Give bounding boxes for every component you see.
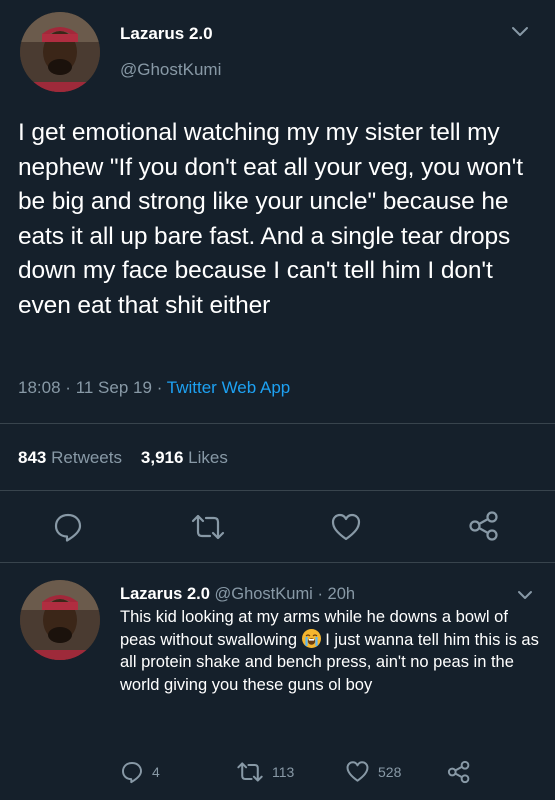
reply-retweets-count: 113 bbox=[272, 764, 295, 780]
reply-replies-action[interactable]: 4 bbox=[120, 760, 160, 784]
tweet-meta: 18:08 · 11 Sep 19 · Twitter Web App bbox=[18, 378, 290, 398]
meta-separator: · bbox=[65, 378, 71, 397]
reply-replies-count: 4 bbox=[152, 764, 160, 780]
divider bbox=[0, 490, 555, 491]
tweet-text: I get emotional watching my my sister te… bbox=[18, 119, 523, 319]
author-handle[interactable]: @GhostKumi bbox=[120, 60, 221, 80]
chevron-down-icon[interactable] bbox=[511, 26, 529, 38]
reply-text: This kid looking at my arms while he dow… bbox=[120, 606, 545, 696]
reply-share-action[interactable] bbox=[447, 760, 471, 784]
retweet-icon[interactable] bbox=[190, 512, 226, 542]
reply-header: Lazarus 2.0 @GhostKumi · 20h bbox=[120, 585, 355, 604]
tweet-time[interactable]: 18:08 bbox=[18, 378, 61, 397]
reply-age[interactable]: 20h bbox=[328, 585, 356, 603]
tweet-date[interactable]: 11 Sep 19 bbox=[76, 378, 152, 397]
author-avatar[interactable] bbox=[20, 12, 100, 92]
likes-label: Likes bbox=[188, 448, 228, 467]
loudly-crying-face-icon bbox=[301, 628, 321, 648]
divider bbox=[0, 562, 555, 563]
reply-author-avatar[interactable] bbox=[20, 580, 100, 660]
author-name[interactable]: Lazarus 2.0 bbox=[120, 24, 213, 44]
reply-icon bbox=[122, 762, 142, 784]
reply-separator: · bbox=[317, 585, 323, 603]
avatar-image bbox=[20, 580, 100, 660]
retweets-count: 843 bbox=[18, 448, 47, 467]
reply-icon[interactable] bbox=[52, 511, 84, 543]
meta-separator: · bbox=[156, 378, 163, 397]
share-icon bbox=[447, 760, 470, 784]
retweets-stat[interactable]: 843 Retweets bbox=[18, 448, 122, 467]
like-icon[interactable] bbox=[330, 512, 362, 542]
reply-author-handle[interactable]: @GhostKumi bbox=[214, 585, 312, 603]
likes-stat[interactable]: 3,916 Likes bbox=[141, 448, 228, 467]
avatar-image bbox=[20, 12, 100, 92]
retweets-label: Retweets bbox=[51, 448, 122, 467]
like-icon bbox=[346, 761, 369, 782]
likes-count: 3,916 bbox=[140, 448, 184, 467]
retweet-icon bbox=[237, 762, 263, 782]
divider bbox=[0, 423, 555, 424]
tweet-stats: 843 Retweets 3,916 Likes bbox=[18, 448, 228, 468]
reply-retweets-action[interactable]: 113 bbox=[236, 760, 294, 784]
chevron-down-icon[interactable] bbox=[517, 590, 533, 600]
reply-likes-action[interactable]: 528 bbox=[345, 760, 401, 783]
reply-author-name[interactable]: Lazarus 2.0 bbox=[120, 585, 210, 603]
tweet-source-link[interactable]: Twitter Web App bbox=[167, 378, 290, 397]
reply-likes-count: 528 bbox=[378, 763, 402, 780]
share-icon[interactable] bbox=[468, 510, 500, 542]
